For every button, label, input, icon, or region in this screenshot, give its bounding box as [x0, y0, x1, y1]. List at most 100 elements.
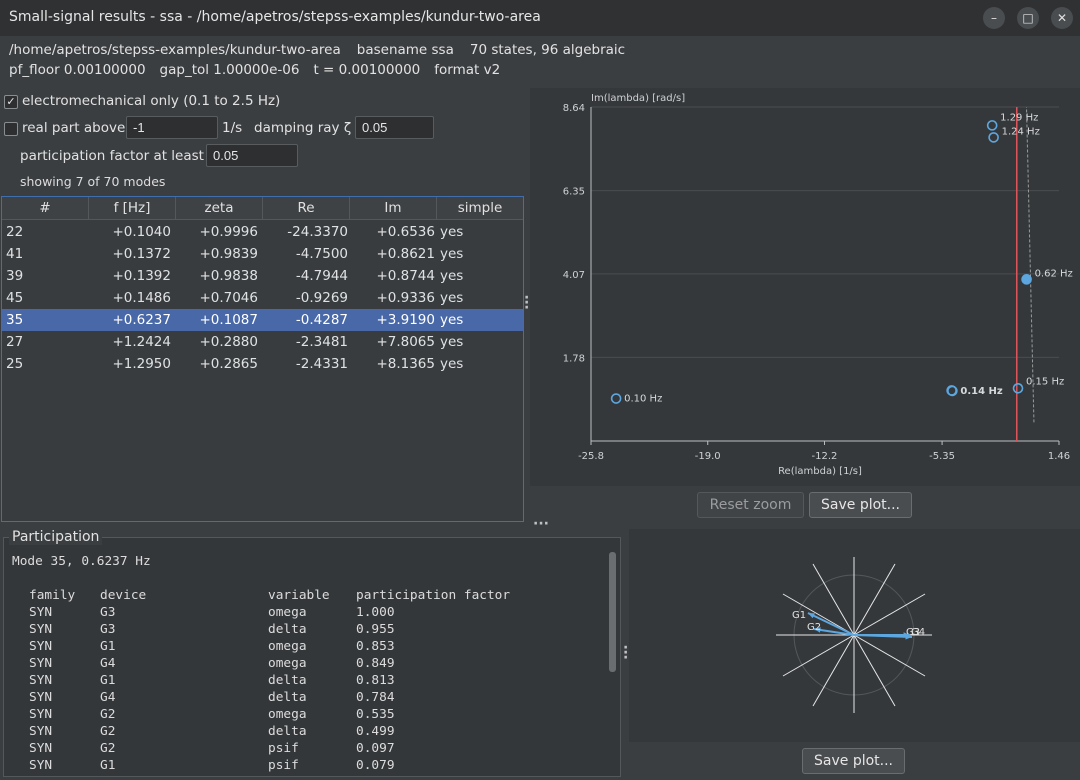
table-row[interactable]: 35 +0.6237 +0.1087 -0.4287 +3.9190 yes	[2, 309, 523, 331]
compass-spoke	[782, 634, 855, 677]
table-row[interactable]: 27 +1.2424 +0.2880 -2.3481 +7.8065 yes	[2, 331, 523, 353]
compass-spoke	[853, 563, 896, 636]
cell-num: 45	[6, 290, 24, 306]
participation-filter-label: participation factor at least	[20, 148, 204, 164]
cell-simple: yes	[440, 312, 464, 328]
participation-cell: G4	[100, 656, 116, 671]
eigenvalue-plot[interactable]: 8.64 6.35 4.07 1.78 -25.8 -19.0 -12.2 -5.35 1.46…	[530, 88, 1080, 486]
participation-cell: SYN	[29, 656, 53, 671]
eigenvalue-label: 0.10 Hz	[624, 394, 662, 405]
col-header-zeta[interactable]: zeta	[176, 197, 263, 220]
splitter-handle-horizontal[interactable]: ···	[533, 516, 549, 532]
maximize-button[interactable]: □	[1017, 7, 1039, 29]
maximize-icon: □	[1022, 11, 1034, 25]
participation-cell: psif	[268, 758, 299, 773]
compass-spoke	[812, 634, 855, 707]
x-tick-label: -25.8	[578, 451, 604, 462]
participation-header: participation factor	[356, 588, 511, 603]
y-tick-label: 8.64	[563, 103, 585, 114]
cell-num: 22	[6, 224, 24, 240]
participation-mode-line: Mode 35, 0.6237 Hz	[12, 554, 151, 569]
cell-zeta: +0.9838	[199, 268, 258, 284]
participation-cell: 0.535	[356, 707, 395, 722]
vector-label: G2	[807, 622, 821, 633]
eigenvalue-label: 0.15 Hz	[1026, 376, 1064, 387]
mode-shape-compass-plot[interactable]: G1G2 G3G4	[629, 529, 1080, 742]
participation-cell: SYN	[29, 673, 53, 688]
table-row[interactable]: 39 +0.1392 +0.9838 -4.7944 +0.8744 yes	[2, 265, 523, 287]
info-path: /home/apetros/stepss-examples/kundur-two…	[9, 42, 341, 58]
participation-title: Participation	[9, 529, 103, 545]
participation-header: device	[100, 588, 147, 603]
splitter-handle-vertical[interactable]: · · ·	[524, 291, 529, 315]
cell-simple: yes	[440, 246, 464, 262]
participation-cell: omega	[268, 639, 307, 654]
participation-header: variable	[268, 588, 330, 603]
table-row[interactable]: 45 +0.1486 +0.7046 -0.9269 +0.9336 yes	[2, 287, 523, 309]
cell-im: +0.8744	[376, 268, 435, 284]
col-header-simple[interactable]: simple	[437, 197, 523, 220]
vector-label: G1	[792, 610, 806, 621]
save-compass-plot-button[interactable]: Save plot...	[802, 748, 905, 774]
minimize-button[interactable]: –	[983, 7, 1005, 29]
compass-spoke	[853, 634, 926, 677]
modes-table: # f [Hz] zeta Re Im simple 22 +0.1040 +0.9…	[1, 196, 524, 522]
participation-cell: 0.079	[356, 758, 395, 773]
realpart-checkbox[interactable]	[4, 122, 18, 136]
cell-zeta: +0.2865	[199, 356, 258, 372]
splitter-handle-vertical-2[interactable]: · · ·	[623, 641, 628, 665]
cell-re: -24.3370	[287, 224, 348, 240]
cell-zeta: +0.7046	[199, 290, 258, 306]
save-plot-button[interactable]: Save plot...	[809, 492, 912, 518]
participation-cell: delta	[268, 622, 307, 637]
participation-scroll-thumb[interactable]	[609, 552, 616, 672]
cell-zeta: +0.1087	[199, 312, 258, 328]
participation-cell: SYN	[29, 622, 53, 637]
participation-cell: G1	[100, 673, 116, 688]
table-row[interactable]: 41 +0.1372 +0.9839 -4.7500 +0.8621 yes	[2, 243, 523, 265]
participation-cell: omega	[268, 656, 307, 671]
table-row[interactable]: 22 +0.1040 +0.9996 -24.3370 +0.6536 yes	[2, 221, 523, 243]
cell-im: +0.8621	[376, 246, 435, 262]
participation-box	[3, 537, 621, 777]
participation-cell: 0.955	[356, 622, 395, 637]
close-button[interactable]: ✕	[1051, 7, 1073, 29]
cell-num: 41	[6, 246, 24, 262]
cell-f: +0.1392	[112, 268, 171, 284]
eigenvalue-label: 1.24 Hz	[1002, 126, 1040, 137]
realpart-input[interactable]	[126, 116, 218, 139]
participation-input[interactable]	[206, 144, 298, 167]
participation-cell: G2	[100, 707, 116, 722]
participation-cell: SYN	[29, 707, 53, 722]
participation-cell: G3	[100, 605, 116, 620]
info-gap-tol: gap_tol 1.00000e-06	[159, 62, 300, 78]
mode-shape-panel: G1 G2 G3 G4	[629, 529, 1080, 742]
electromech-label: electromechanical only (0.1 to 2.5 Hz)	[22, 93, 281, 109]
col-header-im[interactable]: Im	[350, 197, 437, 220]
col-header-re[interactable]: Re	[263, 197, 350, 220]
participation-cell: G3	[100, 622, 116, 637]
info-line-1: /home/apetros/stepss-examples/kundur-two…	[9, 42, 625, 58]
reset-zoom-button[interactable]: Reset zoom	[697, 492, 804, 518]
participation-cell: psif	[268, 741, 299, 756]
col-header-freq[interactable]: f [Hz]	[89, 197, 176, 220]
x-tick-label: -5.35	[929, 451, 955, 462]
col-header-num[interactable]: #	[2, 197, 89, 220]
damping-input[interactable]	[355, 116, 434, 139]
participation-header: family	[29, 588, 76, 603]
vector-label: G4	[911, 627, 925, 638]
cell-im: +0.6536	[376, 224, 435, 240]
eigenvalue-label: 0.14 Hz	[960, 386, 1003, 397]
realpart-label: real part above	[22, 120, 126, 136]
y-tick-label: 4.07	[563, 270, 585, 281]
participation-cell: omega	[268, 707, 307, 722]
cell-simple: yes	[440, 334, 464, 350]
cell-re: -4.7500	[295, 246, 348, 262]
cell-re: -0.9269	[295, 290, 348, 306]
table-row[interactable]: 25 +1.2950 +0.2865 -2.4331 +8.1365 yes	[2, 353, 523, 375]
info-format: format v2	[434, 62, 501, 78]
electromech-checkbox[interactable]: ✓	[4, 95, 18, 109]
cell-f: +0.1486	[112, 290, 171, 306]
cell-simple: yes	[440, 224, 464, 240]
participation-cell: 0.784	[356, 690, 395, 705]
